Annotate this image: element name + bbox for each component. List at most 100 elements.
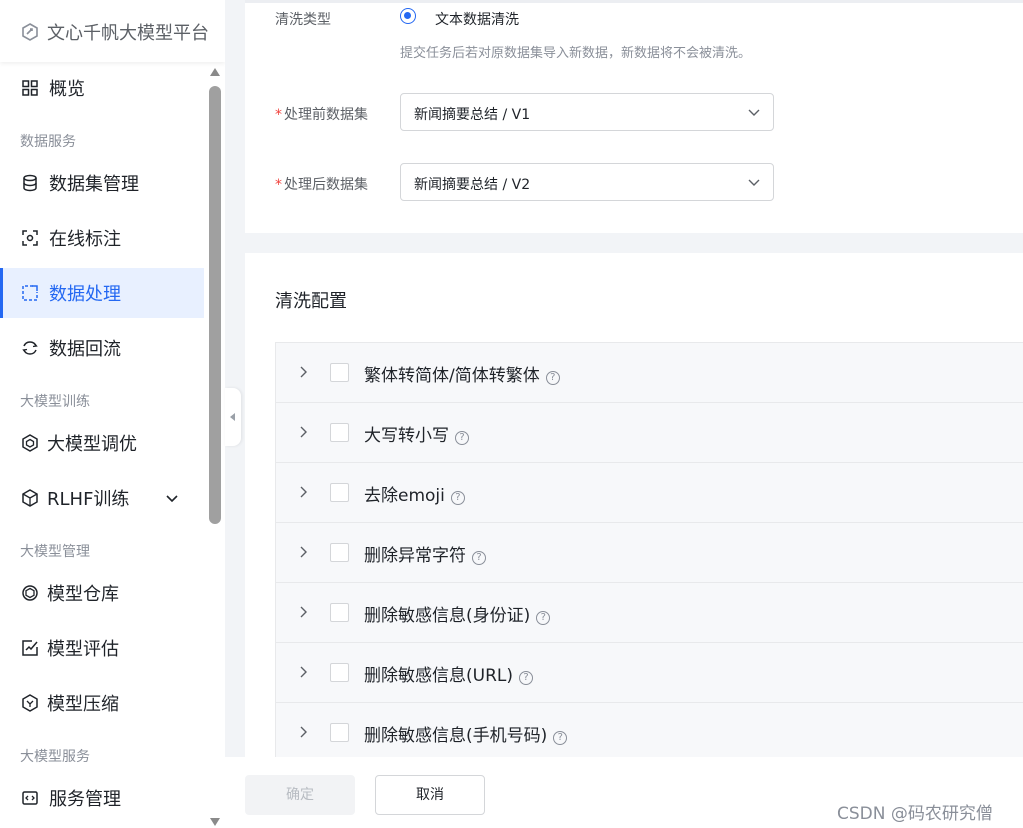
chevron-right-icon[interactable] [296, 725, 310, 739]
sidebar-item-label: 模型压缩 [47, 694, 119, 715]
sidebar-item-data-processing[interactable]: 数据处理 [0, 268, 204, 318]
sidebar-item-label: 大模型调优 [47, 434, 137, 455]
confirm-button[interactable]: 确定 [245, 775, 355, 815]
sidebar: 文心千帆大模型平台 概览 数据服务 数据集管理 在线标注 数据处理 数据回流 大… [0, 0, 225, 828]
chevron-right-icon[interactable] [296, 485, 310, 499]
sidebar-item-label: 服务管理 [49, 789, 121, 810]
task-form-card: 清洗类型 文本数据清洗 提交任务后若对原数据集导入新数据，新数据将不会被清洗。 … [245, 0, 1023, 233]
rule-checkbox[interactable] [330, 663, 349, 682]
chevron-right-icon[interactable] [296, 605, 310, 619]
evaluate-icon [22, 640, 38, 656]
sidebar-item-rlhf-training[interactable]: RLHF训练 [0, 473, 204, 523]
before-dataset-value: 新闻摘要总结 / V1 [414, 107, 531, 123]
scroll-up-arrow-icon[interactable] [210, 68, 220, 76]
chevron-right-icon[interactable] [296, 365, 310, 379]
scrollbar-thumb[interactable] [209, 86, 221, 524]
rule-label-text: 删除敏感信息(手机号码) [364, 726, 548, 746]
help-icon[interactable]: ? [472, 551, 486, 565]
clean-rule-row[interactable]: 删除敏感信息(身份证)? [276, 583, 1023, 643]
brand-header: 文心千帆大模型平台 [0, 0, 225, 62]
sidebar-collapse-toggle[interactable] [225, 388, 241, 446]
rule-label-text: 删除敏感信息(URL) [364, 666, 513, 686]
clean-rule-row[interactable]: 删除敏感信息(URL)? [276, 643, 1023, 703]
rule-checkbox[interactable] [330, 363, 349, 382]
clean-rule-row[interactable]: 繁体转简体/简体转繁体? [276, 343, 1023, 403]
scroll-down-arrow-icon[interactable] [210, 818, 220, 826]
sidebar-group-data-service: 数据服务 [20, 134, 76, 150]
sidebar-item-label: 数据处理 [49, 284, 121, 305]
chevron-down-icon [748, 179, 760, 186]
chevron-down-icon[interactable] [164, 490, 180, 506]
sidebar-item-label: 模型仓库 [47, 584, 119, 605]
rule-label: 删除敏感信息(手机号码)? [364, 721, 568, 746]
rule-label: 去除emoji? [364, 481, 465, 506]
sidebar-item-label: 模型评估 [47, 639, 119, 660]
rule-checkbox[interactable] [330, 423, 349, 442]
clean-rule-list: 繁体转简体/简体转繁体? 大写转小写? 去除emoji? 删除异常字符? 删除敏感信息(… [275, 342, 1023, 757]
after-dataset-select[interactable]: 新闻摘要总结 / V2 [400, 163, 774, 201]
rule-checkbox[interactable] [330, 543, 349, 562]
before-dataset-label: * 处理前数据集 [275, 104, 368, 124]
required-mark: * [275, 177, 282, 193]
sidebar-group-model-management: 大模型管理 [20, 544, 90, 560]
annotate-icon [22, 230, 38, 246]
clean-type-hint: 提交任务后若对原数据集导入新数据，新数据将不会被清洗。 [400, 46, 752, 61]
rule-label: 繁体转简体/简体转繁体? [364, 361, 560, 386]
clean-rule-row[interactable]: 去除emoji? [276, 463, 1023, 523]
before-dataset-select[interactable]: 新闻摘要总结 / V1 [400, 93, 774, 131]
clean-rule-row[interactable]: 删除敏感信息(手机号码)? [276, 703, 1023, 757]
sidebar-item-label: 概览 [49, 79, 85, 100]
sidebar-item-overview[interactable]: 概览 [0, 63, 204, 113]
reflow-icon [22, 341, 38, 355]
help-icon[interactable]: ? [553, 731, 568, 745]
sidebar-item-dataset-management[interactable]: 数据集管理 [0, 158, 204, 208]
brand-logo-icon [22, 23, 38, 41]
cube-icon [22, 489, 38, 507]
after-dataset-value: 新闻摘要总结 / V2 [414, 177, 531, 193]
chevron-left-icon [230, 413, 235, 421]
sidebar-item-label: 在线标注 [49, 229, 121, 250]
chevron-right-icon[interactable] [296, 545, 310, 559]
chevron-right-icon[interactable] [296, 665, 310, 679]
clean-type-radio[interactable] [400, 8, 416, 24]
sidebar-item-model-repository[interactable]: 模型仓库 [0, 568, 204, 618]
grid-icon [22, 80, 38, 96]
help-icon[interactable]: ? [455, 431, 469, 445]
database-icon [23, 174, 37, 192]
compress-icon [22, 694, 38, 712]
rule-checkbox[interactable] [330, 603, 349, 622]
watermark: CSDN @码农研究僧 [837, 804, 993, 824]
help-icon[interactable]: ? [536, 611, 551, 625]
sidebar-group-model-service: 大模型服务 [20, 749, 90, 765]
clean-type-label: 清洗类型 [275, 12, 331, 28]
help-icon[interactable]: ? [519, 671, 533, 685]
model-repo-icon [22, 585, 38, 601]
clean-type-option-label[interactable]: 文本数据清洗 [435, 9, 519, 29]
rule-label-text: 删除敏感信息(身份证) [364, 606, 531, 626]
sidebar-item-model-compression[interactable]: 模型压缩 [0, 678, 204, 728]
required-mark: * [275, 107, 282, 123]
rule-label-text: 删除异常字符 [364, 546, 466, 566]
sidebar-item-data-reflow[interactable]: 数据回流 [0, 323, 204, 373]
rule-checkbox[interactable] [330, 483, 349, 502]
rule-label-text: 大写转小写 [364, 426, 449, 446]
brand-title: 文心千帆大模型平台 [47, 23, 209, 44]
rule-label-text: 去除emoji [364, 486, 445, 506]
service-icon [22, 791, 38, 805]
sidebar-item-model-tuning[interactable]: 大模型调优 [0, 418, 204, 468]
rule-label: 删除敏感信息(身份证)? [364, 601, 551, 626]
sidebar-item-model-evaluation[interactable]: 模型评估 [0, 623, 204, 673]
rule-label: 删除敏感信息(URL)? [364, 661, 533, 686]
help-icon[interactable]: ? [545, 371, 560, 385]
help-icon[interactable]: ? [450, 491, 465, 505]
rule-checkbox[interactable] [330, 723, 349, 742]
cancel-button[interactable]: 取消 [375, 775, 485, 815]
chevron-right-icon[interactable] [296, 425, 310, 439]
clean-rule-row[interactable]: 大写转小写? [276, 403, 1023, 463]
sidebar-item-service-management[interactable]: 服务管理 [0, 773, 204, 823]
after-dataset-label-text: 处理后数据集 [284, 177, 368, 193]
clean-rule-row[interactable]: 删除异常字符? [276, 523, 1023, 583]
after-dataset-label: * 处理后数据集 [275, 174, 368, 194]
sidebar-item-online-annotation[interactable]: 在线标注 [0, 213, 204, 263]
sidebar-scrollbar[interactable] [205, 62, 225, 828]
